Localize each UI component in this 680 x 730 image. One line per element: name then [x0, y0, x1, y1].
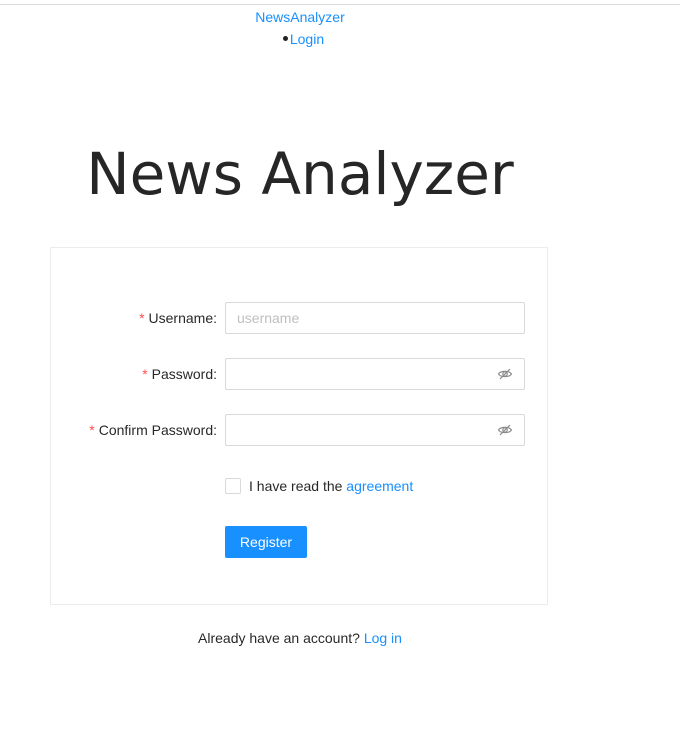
agreement-label: I have read the: [249, 478, 347, 494]
login-prompt-text: Already have an account?: [198, 630, 364, 646]
password-label: * Password:: [142, 358, 217, 390]
agreement-checkbox[interactable]: [225, 478, 241, 494]
eye-invisible-icon[interactable]: [497, 366, 513, 382]
login-link[interactable]: Log in: [364, 630, 402, 646]
required-mark: *: [89, 422, 95, 438]
nav-brand-link[interactable]: NewsAnalyzer: [0, 8, 600, 26]
login-prompt: Already have an account? Log in: [0, 629, 600, 647]
required-mark: *: [139, 310, 145, 326]
required-mark: *: [142, 366, 148, 382]
top-divider: [0, 4, 680, 5]
nav-item-login: Login: [276, 30, 324, 48]
confirm-password-input[interactable]: [225, 414, 525, 446]
eye-invisible-icon[interactable]: [497, 422, 513, 438]
nav-login-link[interactable]: Login: [290, 31, 324, 47]
register-button[interactable]: Register: [225, 526, 307, 558]
agreement-link[interactable]: agreement: [346, 478, 413, 494]
password-label-text: Password:: [151, 366, 217, 382]
password-input[interactable]: [225, 358, 525, 390]
confirm-password-label-text: Confirm Password:: [98, 422, 217, 438]
confirm-password-label: * Confirm Password:: [89, 414, 217, 446]
username-label-text: Username:: [148, 310, 217, 326]
agreement-text: I have read the agreement: [249, 477, 413, 495]
page-title: News Analyzer: [86, 140, 514, 208]
username-input[interactable]: [225, 302, 525, 334]
username-label: * Username:: [139, 302, 217, 334]
nav-list: Login: [0, 30, 600, 49]
